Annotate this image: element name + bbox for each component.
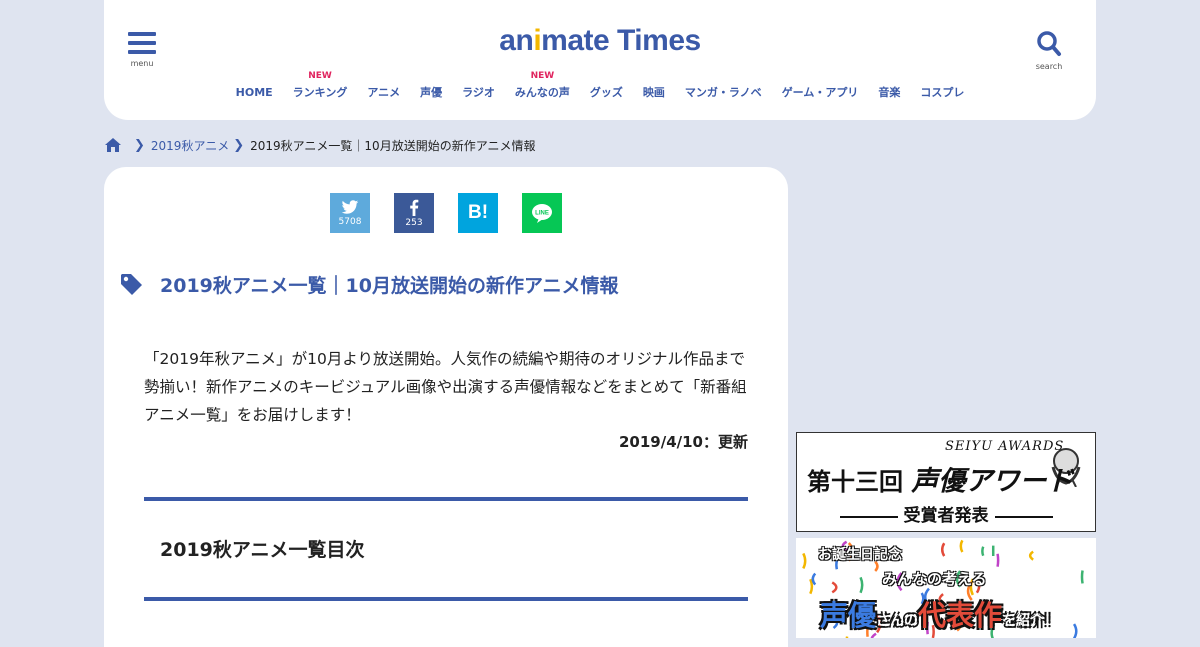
breadcrumb: ❯ 2019秋アニメ ❯ 2019秋アニメ一覧｜10月放送開始の新作アニメ情報: [104, 135, 535, 155]
updated-date: 2019/4/10：更新: [619, 431, 748, 452]
line-icon: LINE: [531, 203, 553, 223]
nav-item-movie[interactable]: 映画: [643, 84, 665, 100]
site-header: menu animate Times search HOME NEWランキング …: [104, 0, 1096, 120]
nav-label: みんなの声: [515, 86, 570, 99]
nav-item-radio[interactable]: ラジオ: [462, 84, 495, 100]
new-badge: NEW: [515, 71, 570, 81]
birthday-seiyu-banner[interactable]: お誕生日記念 みんなの考える 声優さんの代表作を紹介！: [796, 538, 1096, 638]
nav-item-manga[interactable]: マンガ・ラノベ: [685, 84, 762, 100]
confetti-piece: [810, 579, 812, 593]
nav-label: 音楽: [878, 86, 900, 99]
headline-seiyu: 声優: [820, 599, 876, 632]
confetti-piece: [1030, 552, 1033, 560]
nav-label: 映画: [643, 86, 665, 99]
nav-item-anime[interactable]: アニメ: [367, 84, 400, 100]
twitter-share-button[interactable]: 5708: [330, 193, 370, 233]
headline-san-no: さんの: [876, 613, 918, 629]
confetti-piece: [982, 547, 983, 556]
share-buttons: 5708 253 B! LINE: [330, 193, 562, 233]
article-title: 2019秋アニメ一覧｜10月放送開始の新作アニメ情報: [160, 271, 619, 298]
headline-tail: を紹介！: [1002, 613, 1058, 629]
confetti-piece: [1082, 570, 1083, 583]
nav-item-music[interactable]: 音楽: [878, 84, 900, 100]
twitter-icon: [341, 200, 359, 215]
nav-item-ranking[interactable]: NEWランキング: [293, 84, 348, 100]
seiyu-awards-edition: 第十三回: [807, 467, 903, 496]
birthday-banner-headline: 声優さんの代表作を紹介！: [820, 594, 1058, 634]
nav-item-cosplay[interactable]: コスプレ: [920, 84, 964, 100]
logo-text-prefix: an: [499, 24, 533, 57]
confetti-piece: [872, 634, 876, 638]
nav-label: 声優: [420, 86, 442, 99]
article-title-row: 2019秋アニメ一覧｜10月放送開始の新作アニメ情報: [120, 271, 619, 298]
confetti-piece: [803, 553, 805, 568]
facebook-icon: [409, 199, 419, 216]
confetti-piece: [813, 574, 815, 585]
facebook-share-count: 253: [405, 218, 422, 228]
search-icon: [1036, 30, 1062, 58]
home-icon[interactable]: [104, 137, 122, 153]
seiyu-awards-banner[interactable]: SEIYU AWARDS 第十三回 声優アワード 受賞者発表: [796, 432, 1096, 532]
new-badge: NEW: [293, 71, 348, 81]
confetti-piece: [832, 582, 836, 592]
svg-text:LINE: LINE: [535, 211, 549, 217]
confetti-piece: [942, 543, 944, 556]
chevron-right-icon: ❯: [134, 138, 145, 153]
nav-item-game[interactable]: ゲーム・アプリ: [782, 84, 859, 100]
nav-label: ラジオ: [462, 86, 495, 99]
nav-label: ゲーム・アプリ: [782, 86, 859, 99]
hatena-bookmark-button[interactable]: B!: [458, 193, 498, 233]
line-share-button[interactable]: LINE: [522, 193, 562, 233]
confetti-piece: [998, 554, 999, 567]
menu-label: menu: [126, 59, 158, 68]
nav-label: マンガ・ラノベ: [685, 86, 762, 99]
logo-text-suffix: mate Times: [541, 24, 701, 57]
chevron-right-icon: ❯: [233, 138, 244, 153]
article-card: 5708 253 B! LINE 2019秋アニメ一覧｜10月放送開始の新作アニ…: [104, 167, 788, 647]
breadcrumb-current: 2019秋アニメ一覧｜10月放送開始の新作アニメ情報: [250, 137, 535, 154]
search-label: search: [1034, 62, 1064, 71]
nav-label: ランキング: [293, 86, 348, 99]
site-logo[interactable]: animate Times: [104, 24, 1096, 58]
logo-text-i: i: [533, 24, 541, 57]
nav-label: アニメ: [367, 86, 400, 99]
table-of-contents: 2019秋アニメ一覧目次: [144, 497, 748, 601]
nav-item-home[interactable]: HOME: [236, 86, 273, 99]
toc-title: 2019秋アニメ一覧目次: [160, 535, 365, 562]
nav-item-seiyu[interactable]: 声優: [420, 84, 442, 100]
seiyu-awards-name: 声優アワード: [911, 466, 1073, 497]
nav-label: グッズ: [590, 86, 623, 99]
article-description: 「2019年秋アニメ」が10月より放送開始。人気作の続編や期待のオリジナル作品ま…: [144, 345, 748, 429]
confetti-piece: [961, 540, 963, 552]
nav-item-minna-no-koe[interactable]: NEWみんなの声: [515, 84, 570, 100]
seiyu-awards-title: 第十三回 声優アワード: [807, 459, 1073, 498]
tag-icon: [120, 273, 144, 297]
nav-item-goods[interactable]: グッズ: [590, 84, 623, 100]
search-button[interactable]: search: [1034, 30, 1064, 71]
facebook-share-button[interactable]: 253: [394, 193, 434, 233]
twitter-share-count: 5708: [339, 217, 362, 227]
hatena-bookmark-icon: B!: [468, 202, 488, 224]
confetti-piece: [1074, 624, 1076, 638]
main-nav: HOME NEWランキング アニメ 声優 ラジオ NEWみんなの声 グッズ 映画…: [104, 84, 1096, 100]
seiyu-awards-subtitle: 受賞者発表: [797, 501, 1095, 526]
confetti-piece: [861, 577, 863, 592]
birthday-banner-line2: みんなの考える: [882, 568, 987, 589]
headline-daihyo: 代表作: [918, 599, 1002, 632]
birthday-banner-line1: お誕生日記念: [818, 544, 902, 564]
nav-label: コスプレ: [920, 86, 964, 99]
breadcrumb-category-link[interactable]: 2019秋アニメ: [151, 137, 229, 154]
nav-label: HOME: [236, 86, 273, 99]
